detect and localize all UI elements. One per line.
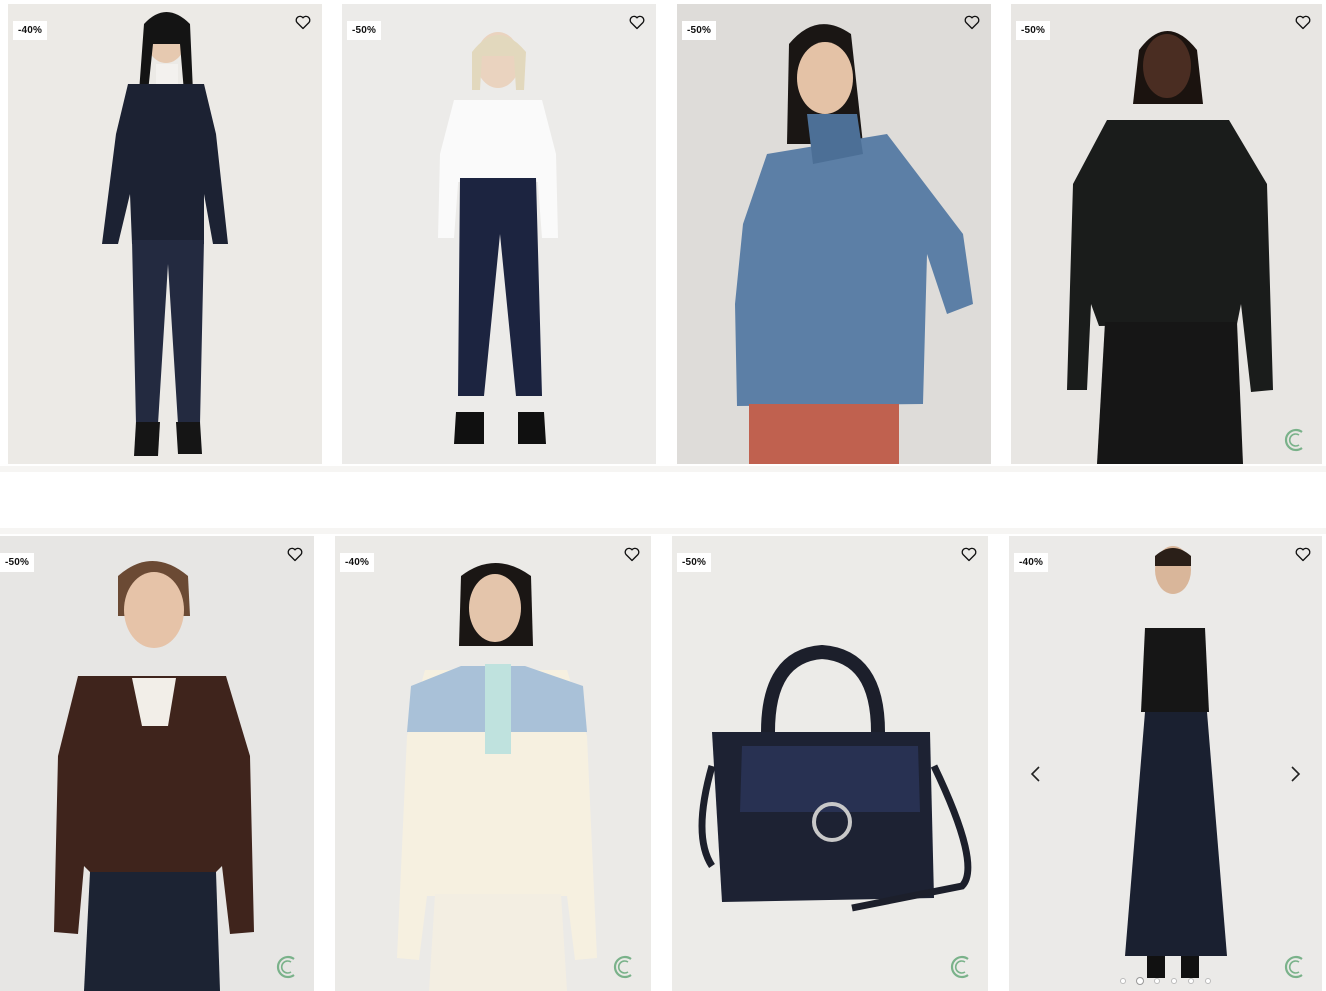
carousel-dot[interactable] <box>1171 978 1177 984</box>
discount-badge: -50% <box>1016 21 1051 40</box>
brand-logo-icon <box>1284 955 1303 979</box>
heart-icon[interactable] <box>961 547 977 562</box>
brand-logo-icon <box>950 955 969 979</box>
product-card[interactable]: -40% <box>8 4 322 464</box>
product-card[interactable]: -50% <box>677 4 991 464</box>
discount-badge: -50% <box>677 553 712 572</box>
product-image[interactable] <box>1009 536 1322 991</box>
carousel-dot[interactable] <box>1154 978 1160 984</box>
product-image[interactable] <box>335 536 651 991</box>
discount-badge: -40% <box>1014 553 1049 572</box>
heart-icon[interactable] <box>295 15 311 30</box>
carousel-dot[interactable] <box>1188 978 1194 984</box>
row-divider <box>0 528 1326 534</box>
product-card[interactable]: -50% <box>1011 4 1322 464</box>
discount-badge: -50% <box>0 553 35 572</box>
chevron-right-icon[interactable] <box>1286 765 1304 783</box>
product-card[interactable]: -50% <box>672 536 988 991</box>
product-card[interactable]: -50% <box>342 4 656 464</box>
row-divider <box>0 466 1326 472</box>
carousel-dot-active[interactable] <box>1137 978 1143 984</box>
carousel-dot[interactable] <box>1205 978 1211 984</box>
product-card[interactable]: -50% <box>0 536 314 991</box>
product-image[interactable] <box>677 4 991 464</box>
product-card[interactable]: -40% <box>335 536 651 991</box>
product-card[interactable]: -40% <box>1009 536 1322 991</box>
product-image[interactable] <box>0 536 314 991</box>
product-image[interactable] <box>1011 4 1322 464</box>
discount-badge: -40% <box>340 553 375 572</box>
discount-badge: -40% <box>13 21 48 40</box>
discount-badge: -50% <box>682 21 717 40</box>
product-image[interactable] <box>342 4 656 464</box>
heart-icon[interactable] <box>287 547 303 562</box>
heart-icon[interactable] <box>629 15 645 30</box>
product-image[interactable] <box>672 536 988 991</box>
chevron-left-icon[interactable] <box>1027 765 1045 783</box>
brand-logo-icon <box>1284 428 1303 452</box>
heart-icon[interactable] <box>624 547 640 562</box>
brand-logo-icon <box>613 955 632 979</box>
heart-icon[interactable] <box>1295 15 1311 30</box>
carousel-dot[interactable] <box>1120 978 1126 984</box>
product-image[interactable] <box>8 4 322 464</box>
brand-logo-icon <box>276 955 295 979</box>
heart-icon[interactable] <box>964 15 980 30</box>
discount-badge: -50% <box>347 21 382 40</box>
heart-icon[interactable] <box>1295 547 1311 562</box>
